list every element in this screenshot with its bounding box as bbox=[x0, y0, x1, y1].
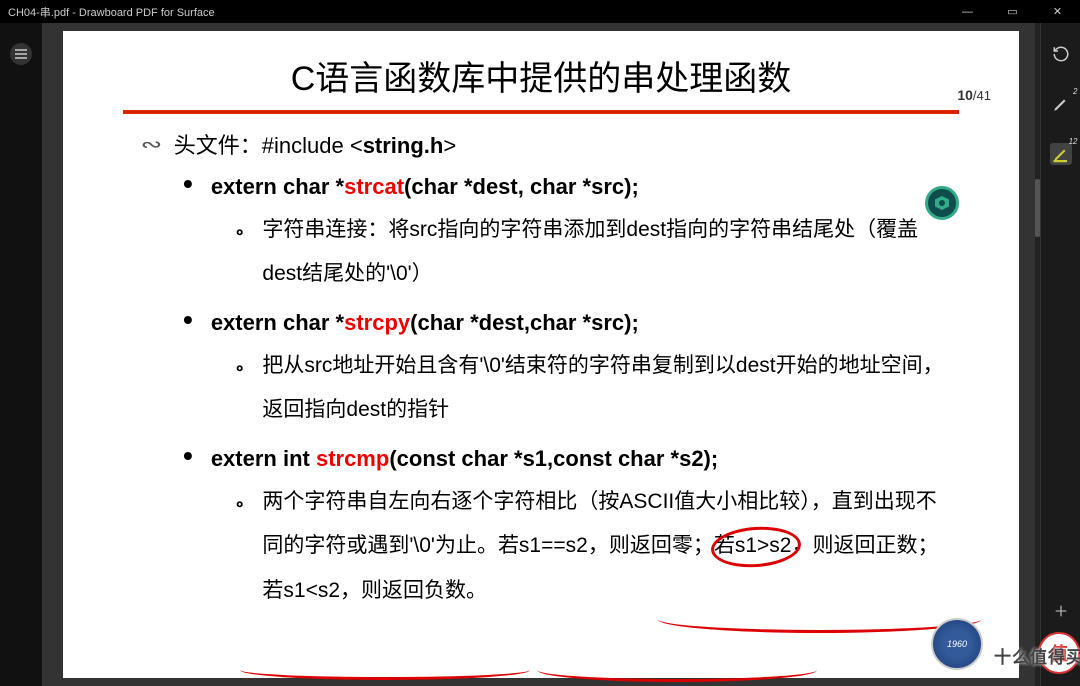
link-icon: ∾ bbox=[140, 132, 162, 157]
bullet-icon: • bbox=[183, 446, 193, 472]
right-toolbar: 2 12 bbox=[1040, 23, 1080, 686]
bullet-icon: • bbox=[183, 310, 193, 336]
undo-button[interactable] bbox=[1050, 43, 1072, 65]
list-item: • extern int strcmp(const char *s1,const… bbox=[183, 446, 954, 472]
document-viewport[interactable]: C语言函数库中提供的串处理函数 10/41 ∾ 头文件：#include <st… bbox=[42, 23, 1040, 686]
window-title: CH04-串.pdf - Drawboard PDF for Surface bbox=[0, 4, 945, 20]
add-button[interactable] bbox=[1050, 600, 1072, 622]
sub-bullet-icon: ⚬ bbox=[233, 217, 246, 296]
sub-bullet-icon: ⚬ bbox=[233, 353, 246, 432]
pdf-page: C语言函数库中提供的串处理函数 10/41 ∾ 头文件：#include <st… bbox=[63, 31, 1019, 678]
pen-tool-2-active[interactable]: 12 bbox=[1050, 143, 1072, 165]
maximize-button[interactable]: ▭ bbox=[990, 0, 1035, 23]
page-number: 10/41 bbox=[957, 87, 991, 103]
pen-tool-1[interactable]: 2 bbox=[1050, 93, 1072, 115]
minimize-button[interactable]: — bbox=[945, 0, 990, 23]
floating-settings-button[interactable] bbox=[925, 186, 959, 220]
bullet-icon: • bbox=[183, 174, 193, 200]
hamburger-menu-button[interactable] bbox=[10, 43, 32, 65]
list-sub-item: ⚬ 字符串连接：将src指向的字符串添加到dest指向的字符串结尾处（覆盖des… bbox=[233, 208, 954, 296]
slide-content: ∾ 头文件：#include <string.h> • extern char … bbox=[63, 128, 1019, 613]
title-underline bbox=[123, 110, 959, 114]
tool-badge: 2 bbox=[1073, 87, 1077, 96]
tool-badge: 12 bbox=[1069, 137, 1078, 146]
university-seal: 1960 bbox=[931, 618, 983, 670]
window-controls: — ▭ ✕ bbox=[945, 0, 1080, 23]
header-line: ∾ 头文件：#include <string.h> bbox=[143, 128, 954, 160]
list-sub-item: ⚬ 两个字符串自左向右逐个字符相比（按ASCII值大小相比较），直到出现不同的字… bbox=[233, 480, 954, 612]
app-body: C语言函数库中提供的串处理函数 10/41 ∾ 头文件：#include <st… bbox=[0, 23, 1080, 686]
watermark-text: 十么值得买 bbox=[994, 643, 1080, 668]
hex-icon bbox=[935, 196, 949, 210]
annotation-underline bbox=[240, 670, 530, 680]
close-button[interactable]: ✕ bbox=[1035, 0, 1080, 23]
title-bar: CH04-串.pdf - Drawboard PDF for Surface —… bbox=[0, 0, 1080, 23]
slide-title: C语言函数库中提供的串处理函数 bbox=[63, 31, 1019, 100]
left-sidebar bbox=[0, 23, 42, 686]
list-item: • extern char *strcat(char *dest, char *… bbox=[183, 174, 954, 200]
list-sub-item: ⚬ 把从src地址开始且含有'\0'结束符的字符串复制到以dest开始的地址空间… bbox=[233, 344, 954, 432]
annotation-underline bbox=[537, 670, 817, 682]
list-item: • extern char *strcpy(char *dest,char *s… bbox=[183, 310, 954, 336]
sub-bullet-icon: ⚬ bbox=[233, 489, 246, 612]
